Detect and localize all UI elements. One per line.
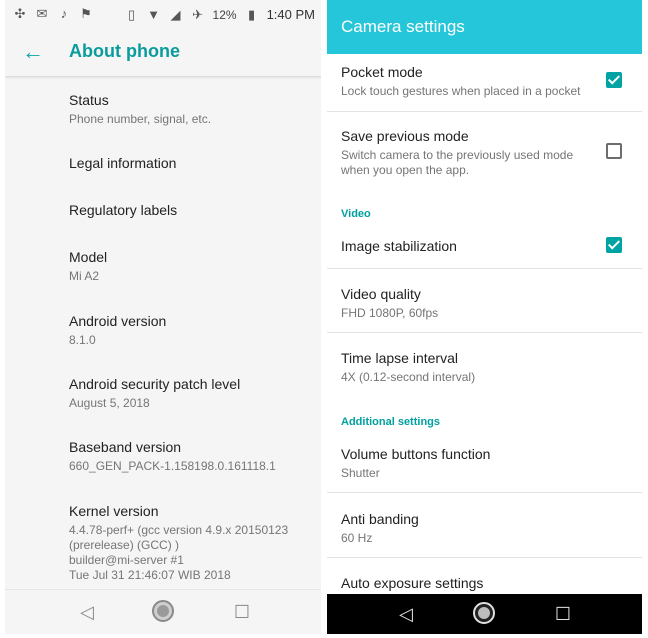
item-title: Baseband version (69, 439, 182, 455)
setting-pocket-mode[interactable]: Pocket mode Lock touch gestures when pla… (341, 64, 629, 99)
item-title: Status (69, 92, 109, 108)
setting-image-stabilization[interactable]: Image stabilization (341, 238, 629, 255)
list-item-regulatory[interactable]: Regulatory labels (69, 202, 177, 219)
camera-settings-screen: Camera settings Pocket mode Lock touch g… (327, 0, 642, 634)
setting-title: Auto exposure settings (341, 575, 484, 591)
home-circle-icon[interactable] (152, 600, 174, 622)
divider (327, 268, 642, 269)
list-item-android-version[interactable]: Android version 8.1.0 (69, 313, 166, 348)
list-item-baseband[interactable]: Baseband version 660_GEN_PACK-1.158198.0… (69, 439, 276, 474)
page-title: Camera settings (341, 17, 465, 36)
item-title: Model (69, 249, 108, 265)
back-triangle-icon[interactable]: ◁ (394, 602, 418, 626)
signal-icon: ◢ (170, 6, 181, 22)
item-title: Regulatory labels (69, 202, 178, 218)
setting-volume-buttons-function[interactable]: Volume buttons function Shutter (341, 446, 629, 481)
setting-subtitle: 60 Hz (341, 531, 373, 545)
flag-icon: ⚑ (80, 6, 92, 21)
mail-icon: ✉ (36, 6, 48, 21)
app-bar: ← About phone (5, 30, 321, 77)
wifi-icon: ▼ (147, 6, 160, 22)
back-triangle-icon[interactable]: ◁ (75, 600, 99, 624)
list-item-model[interactable]: Model Mi A2 (69, 249, 107, 284)
item-subtitle: 660_GEN_PACK-1.158198.0.161118.1 (69, 459, 276, 473)
divider (327, 492, 642, 493)
about-phone-screen: ✣ ✉ ♪ ⚑ ▯ ▼ ◢ ✈ 12% ▮ 1:40 PM ← About ph… (5, 0, 321, 634)
setting-title: Save previous mode (341, 128, 469, 144)
item-subtitle: 4.4.78-perf+ (gcc version 4.9.x 20150123… (69, 523, 289, 582)
navigation-bar: ◁ ☐ (327, 594, 642, 634)
setting-subtitle: Shutter (341, 466, 380, 480)
setting-video-quality[interactable]: Video quality FHD 1080P, 60fps (341, 286, 629, 321)
section-header-additional: Additional settings (341, 416, 440, 428)
item-subtitle: 8.1.0 (69, 333, 96, 347)
item-title: Legal information (69, 155, 177, 171)
music-note-icon: ♪ (60, 6, 68, 21)
page-title: About phone (69, 41, 180, 61)
app-bar: Camera settings (327, 0, 642, 54)
save-previous-mode-checkbox[interactable] (606, 143, 622, 159)
item-title: Android version (69, 313, 167, 329)
setting-subtitle: FHD 1080P, 60fps (341, 306, 439, 320)
list-item-kernel[interactable]: Kernel version 4.4.78-perf+ (gcc version… (69, 503, 288, 583)
item-subtitle: August 5, 2018 (69, 396, 150, 410)
list-item-legal[interactable]: Legal information (69, 155, 176, 172)
image-stabilization-checkbox[interactable] (606, 237, 622, 253)
arrow-left-icon[interactable]: ← (19, 38, 47, 66)
battery-percent: 12% (212, 7, 237, 22)
item-subtitle: Mi A2 (69, 269, 100, 283)
setting-title: Anti banding (341, 511, 419, 527)
recent-square-icon[interactable]: ☐ (551, 602, 575, 626)
notification-app-icon: ✣ (14, 6, 26, 21)
setting-title: Video quality (341, 286, 421, 302)
setting-title: Time lapse interval (341, 350, 458, 366)
pocket-mode-checkbox[interactable] (606, 72, 622, 88)
home-circle-icon[interactable] (473, 602, 495, 624)
list-item-security-patch[interactable]: Android security patch level August 5, 2… (69, 376, 240, 411)
vibrate-icon: ▯ (127, 6, 136, 22)
setting-subtitle: Switch camera to the previously used mod… (341, 148, 574, 177)
setting-title: Image stabilization (341, 238, 457, 254)
battery-icon: ▮ (248, 6, 256, 22)
setting-title: Pocket mode (341, 64, 423, 80)
item-title: Kernel version (69, 503, 159, 519)
setting-anti-banding[interactable]: Anti banding 60 Hz (341, 511, 629, 546)
setting-save-previous-mode[interactable]: Save previous mode Switch camera to the … (341, 128, 629, 178)
airplane-mode-icon: ✈ (192, 6, 203, 22)
clock: 1:40 PM (266, 7, 315, 22)
divider (327, 111, 642, 112)
recent-square-icon[interactable]: ☐ (230, 600, 254, 624)
status-bar: ✣ ✉ ♪ ⚑ ▯ ▼ ◢ ✈ 12% ▮ 1:40 PM (5, 0, 321, 30)
setting-subtitle: Lock touch gestures when placed in a poc… (341, 84, 581, 98)
navigation-bar: ◁ ☐ (5, 589, 321, 634)
setting-auto-exposure[interactable]: Auto exposure settings (341, 575, 629, 592)
section-header-video: Video (341, 208, 371, 220)
divider (327, 332, 642, 333)
setting-title: Volume buttons function (341, 446, 491, 462)
setting-time-lapse-interval[interactable]: Time lapse interval 4X (0.12-second inte… (341, 350, 629, 385)
item-subtitle: Phone number, signal, etc. (69, 112, 212, 126)
item-title: Android security patch level (69, 376, 241, 392)
list-item-status[interactable]: Status Phone number, signal, etc. (69, 92, 211, 127)
setting-subtitle: 4X (0.12-second interval) (341, 370, 476, 384)
divider (327, 557, 642, 558)
